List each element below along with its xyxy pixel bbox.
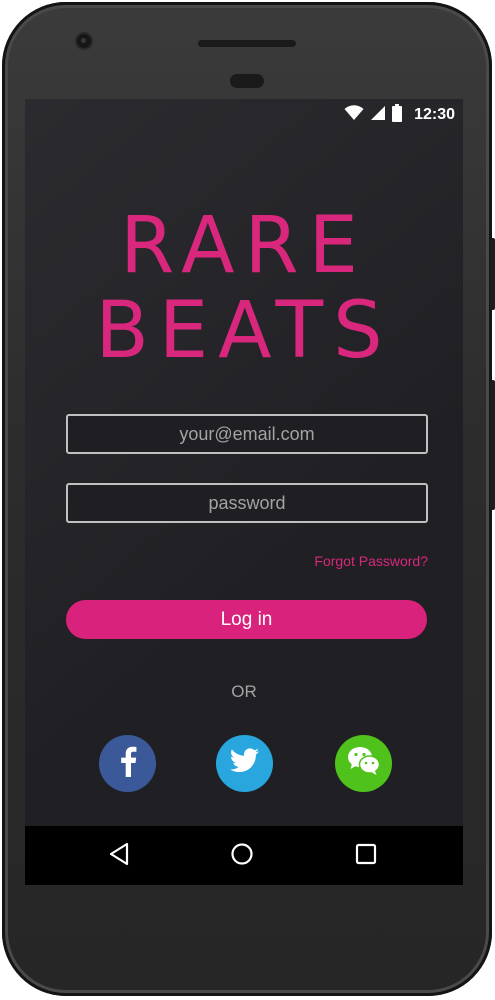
volume-button: [490, 380, 495, 510]
twitter-login-button[interactable]: [216, 735, 273, 792]
earpiece-speaker: [198, 40, 296, 47]
proximity-sensor: [230, 74, 264, 88]
status-icons: 12:30: [344, 103, 455, 127]
recents-icon: [355, 843, 377, 870]
home-button[interactable]: [228, 842, 256, 870]
password-input[interactable]: [68, 485, 426, 521]
facebook-login-button[interactable]: [99, 735, 156, 792]
facebook-icon: [118, 745, 138, 782]
status-bar: 12:30: [25, 99, 463, 131]
navigation-bar: [25, 826, 463, 885]
app-screen: 12:30 RARE BEATS Forgot Password? Log in…: [25, 99, 463, 885]
battery-icon: [392, 103, 403, 127]
home-icon: [230, 842, 254, 871]
brand-title-line-1: RARE: [120, 201, 368, 291]
back-icon: [108, 842, 130, 871]
password-field[interactable]: [66, 483, 428, 523]
wifi-icon: [344, 104, 364, 126]
wechat-icon: [347, 746, 381, 781]
cell-signal-icon: [370, 105, 386, 126]
back-button[interactable]: [105, 842, 133, 870]
status-time: 12:30: [414, 106, 455, 123]
power-button: [490, 238, 495, 310]
email-input[interactable]: [68, 416, 426, 452]
wechat-login-button[interactable]: [335, 735, 392, 792]
or-divider-label: OR: [231, 682, 257, 701]
twitter-icon: [229, 748, 260, 779]
login-button[interactable]: Log in: [66, 600, 427, 639]
brand-title-line-2: BEATS: [95, 286, 393, 376]
front-camera: [77, 34, 91, 48]
email-field[interactable]: [66, 414, 428, 454]
recents-button[interactable]: [352, 842, 380, 870]
forgot-password-link[interactable]: Forgot Password?: [314, 553, 428, 569]
